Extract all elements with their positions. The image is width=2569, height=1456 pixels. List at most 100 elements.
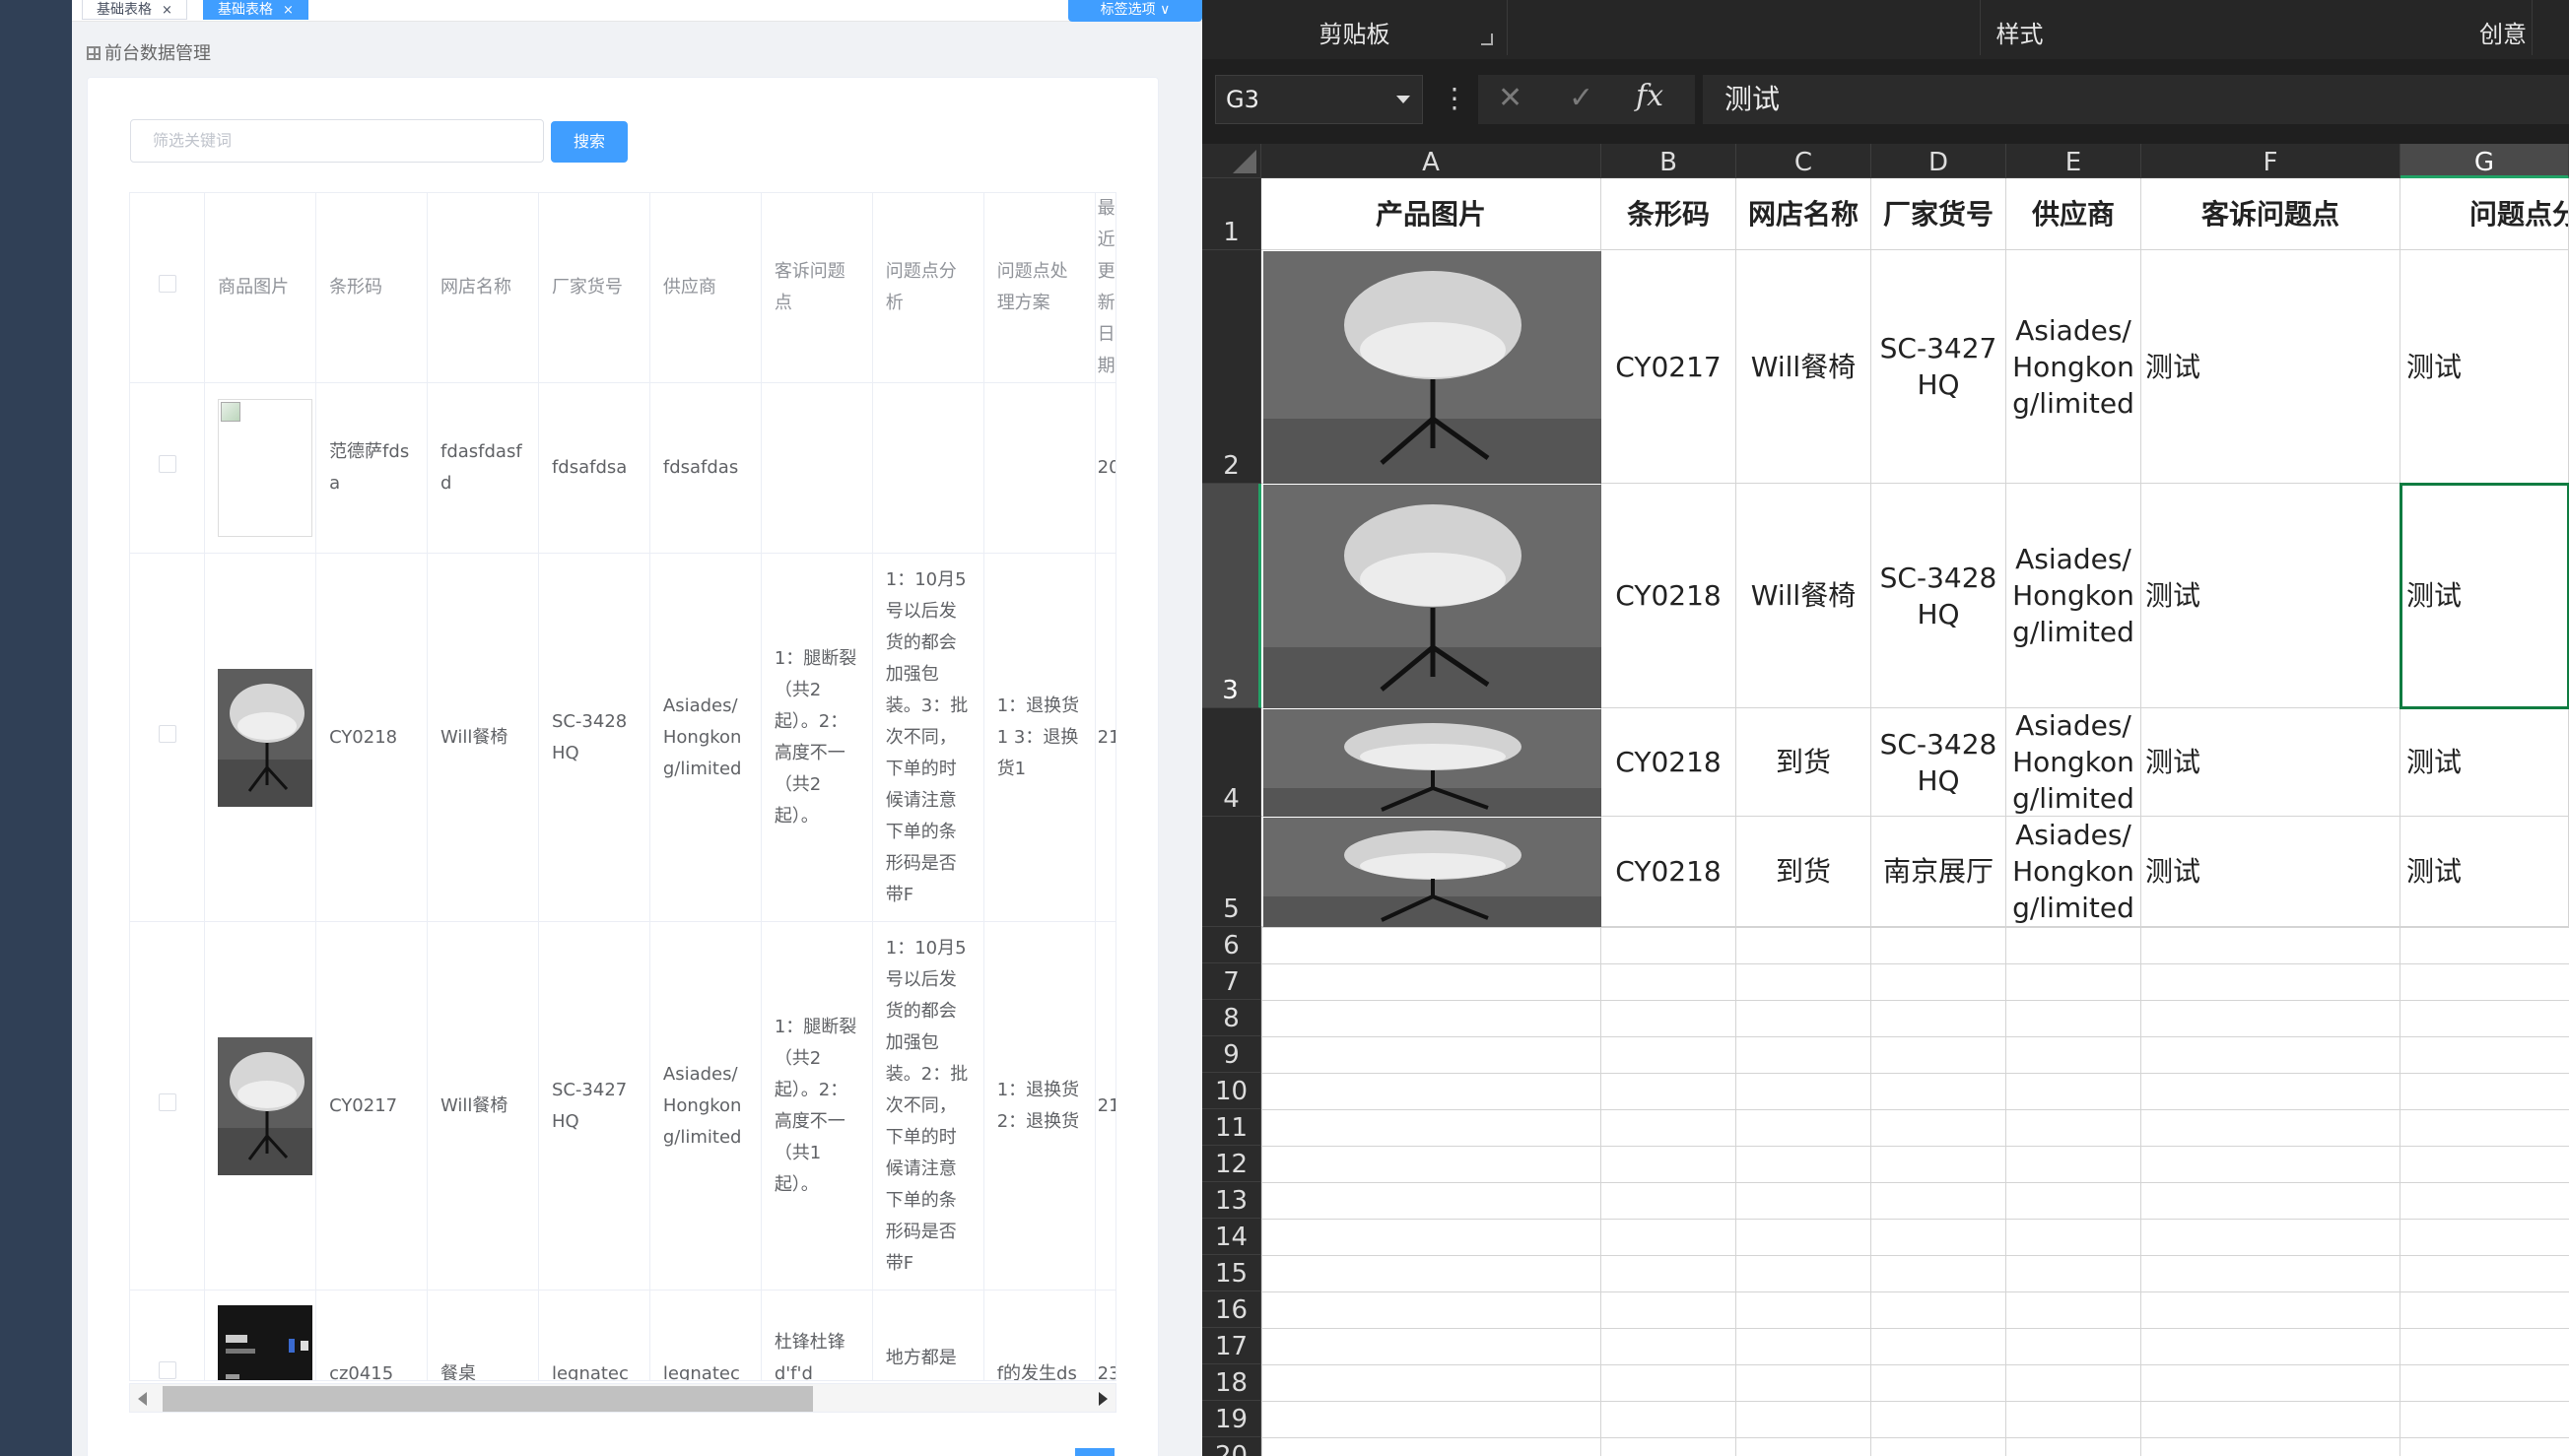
- row-header[interactable]: 14: [1202, 1219, 1261, 1255]
- row-checkbox[interactable]: [130, 1290, 206, 1380]
- empty-rows-area[interactable]: [1261, 927, 2569, 1456]
- sku-cell: SC-3427HQ: [538, 921, 650, 1291]
- row-checkbox[interactable]: [130, 382, 206, 554]
- table-row[interactable]: CY0217 Will餐椅 SC-3427HQ Asiades/Hongkong…: [130, 921, 1115, 1291]
- column-header-d[interactable]: D: [1871, 144, 2006, 178]
- cell-f1[interactable]: 客诉问题点: [2141, 178, 2400, 250]
- row-header[interactable]: 6: [1202, 927, 1261, 963]
- close-icon[interactable]: ×: [162, 3, 172, 18]
- row-checkbox[interactable]: [130, 553, 206, 922]
- row-header[interactable]: 9: [1202, 1036, 1261, 1073]
- cell-c4[interactable]: 到货: [1736, 708, 1871, 817]
- scroll-right-arrow-icon[interactable]: [1099, 1392, 1108, 1406]
- chair-image[interactable]: [1263, 251, 1601, 484]
- row-header[interactable]: 3: [1202, 484, 1261, 708]
- cell-g4[interactable]: 测试: [2400, 708, 2569, 817]
- scrollbar-thumb[interactable]: [163, 1386, 813, 1412]
- cell-g2[interactable]: 测试: [2400, 250, 2569, 484]
- row-header[interactable]: 5: [1202, 817, 1261, 927]
- column-header-b[interactable]: B: [1601, 144, 1736, 178]
- cell-d3[interactable]: SC-3428HQ: [1871, 484, 2006, 708]
- cell-g5[interactable]: 测试: [2400, 817, 2569, 927]
- row-header[interactable]: 15: [1202, 1255, 1261, 1291]
- cell-d5[interactable]: 南京展厅: [1871, 817, 2006, 927]
- cell-c1[interactable]: 网店名称: [1736, 178, 1871, 250]
- cell-f4[interactable]: 测试: [2141, 708, 2400, 817]
- insert-function-icon[interactable]: fx: [1636, 79, 1663, 113]
- cell-e1[interactable]: 供应商: [2006, 178, 2141, 250]
- column-header-c[interactable]: C: [1736, 144, 1871, 178]
- row-header[interactable]: 12: [1202, 1146, 1261, 1182]
- row-header[interactable]: 17: [1202, 1328, 1261, 1364]
- chair-image[interactable]: [1263, 818, 1601, 927]
- column-header-e[interactable]: E: [2006, 144, 2141, 178]
- horizontal-scrollbar[interactable]: [129, 1383, 1116, 1413]
- cell-b5[interactable]: CY0218: [1601, 817, 1736, 927]
- row-header[interactable]: 13: [1202, 1182, 1261, 1219]
- row-header[interactable]: 19: [1202, 1401, 1261, 1437]
- table-row[interactable]: cz0415 餐桌 legnatec legnatec 杜锋杜锋d'f'da's…: [130, 1290, 1115, 1380]
- table-row[interactable]: 范德萨fdsa fdasfdasfd fdsafdsa fdsafdas 201: [130, 382, 1115, 554]
- cancel-icon[interactable]: ✕: [1498, 81, 1522, 115]
- row-header[interactable]: 7: [1202, 963, 1261, 1000]
- row-header[interactable]: 1: [1202, 178, 1261, 250]
- cell-c5[interactable]: 到货: [1736, 817, 1871, 927]
- cell-e2[interactable]: Asiades/Hongkong/limited: [2006, 250, 2141, 484]
- row-header[interactable]: 2: [1202, 250, 1261, 484]
- selected-cell-g3[interactable]: 测试: [2400, 483, 2569, 709]
- row-header[interactable]: 11: [1202, 1109, 1261, 1146]
- cell-b3[interactable]: CY0218: [1601, 484, 1736, 708]
- row-header[interactable]: 16: [1202, 1291, 1261, 1328]
- cell-f5[interactable]: 测试: [2141, 817, 2400, 927]
- cell-b2[interactable]: CY0217: [1601, 250, 1736, 484]
- cell-d4[interactable]: SC-3428HQ: [1871, 708, 2006, 817]
- close-icon[interactable]: ×: [283, 3, 294, 18]
- ribbon-group-label: 样式: [1995, 21, 2044, 48]
- cell-b1[interactable]: 条形码: [1601, 178, 1736, 250]
- check-icon[interactable]: ✓: [1569, 81, 1593, 115]
- cell-g1[interactable]: 问题点分: [2400, 178, 2569, 250]
- cell-c3[interactable]: Will餐椅: [1736, 484, 1871, 708]
- cell-c2[interactable]: Will餐椅: [1736, 250, 1871, 484]
- select-all-checkbox[interactable]: [130, 193, 206, 383]
- tab-basic-table-1[interactable]: 基础表格 ×: [82, 0, 187, 20]
- cell-d1[interactable]: 厂家货号: [1871, 178, 2006, 250]
- scroll-left-arrow-icon[interactable]: [138, 1392, 147, 1406]
- more-options-icon[interactable]: ⋮: [1441, 77, 1468, 120]
- cell-f2[interactable]: 测试: [2141, 250, 2400, 484]
- select-all-corner[interactable]: [1202, 144, 1261, 178]
- pagination-current-page[interactable]: [1075, 1448, 1115, 1456]
- dialog-launcher-icon[interactable]: [1481, 33, 1493, 45]
- column-header-f[interactable]: F: [2141, 144, 2400, 178]
- cell-e3[interactable]: Asiades/Hongkong/limited: [2006, 484, 2141, 708]
- gridline: [2005, 927, 2006, 1456]
- cell-e5[interactable]: Asiades/Hongkong/limited: [2006, 817, 2141, 927]
- cell-b4[interactable]: CY0218: [1601, 708, 1736, 817]
- row-header[interactable]: 18: [1202, 1364, 1261, 1401]
- tab-basic-table-2[interactable]: 基础表格 ×: [203, 0, 308, 20]
- column-header-a[interactable]: A: [1261, 144, 1601, 178]
- row-header[interactable]: 10: [1202, 1073, 1261, 1109]
- ribbon-group-label: 剪贴板: [1318, 21, 1390, 48]
- cell-e4[interactable]: Asiades/Hongkong/limited: [2006, 708, 2141, 817]
- search-input[interactable]: 筛选关键词: [130, 119, 544, 163]
- cell-f3[interactable]: 测试: [2141, 484, 2400, 708]
- grid-icon: [87, 46, 101, 60]
- formula-input[interactable]: 测试: [1703, 75, 2569, 124]
- column-header-g[interactable]: G: [2400, 144, 2569, 178]
- chair-image[interactable]: [1263, 709, 1601, 817]
- search-button[interactable]: 搜索: [551, 121, 628, 163]
- formula-bar: G3 ⋮ ✕ ✓ fx 测试: [1202, 65, 2569, 134]
- table-row[interactable]: CY0218 Will餐椅 SC-3428HQ Asiades/Hongkong…: [130, 553, 1115, 922]
- chevron-down-icon[interactable]: [1396, 96, 1410, 103]
- tag-options-button[interactable]: 标签选项 ∨: [1068, 0, 1202, 22]
- row-header[interactable]: 8: [1202, 1000, 1261, 1036]
- row-header[interactable]: 20: [1202, 1437, 1261, 1456]
- cell-a1[interactable]: 产品图片: [1261, 178, 1601, 250]
- row-checkbox[interactable]: [130, 921, 206, 1291]
- name-box[interactable]: G3: [1215, 75, 1423, 124]
- row-header[interactable]: 4: [1202, 708, 1261, 817]
- supplier-cell: legnatec: [649, 1290, 762, 1380]
- cell-d2[interactable]: SC-3427HQ: [1871, 250, 2006, 484]
- chair-image[interactable]: [1263, 485, 1601, 708]
